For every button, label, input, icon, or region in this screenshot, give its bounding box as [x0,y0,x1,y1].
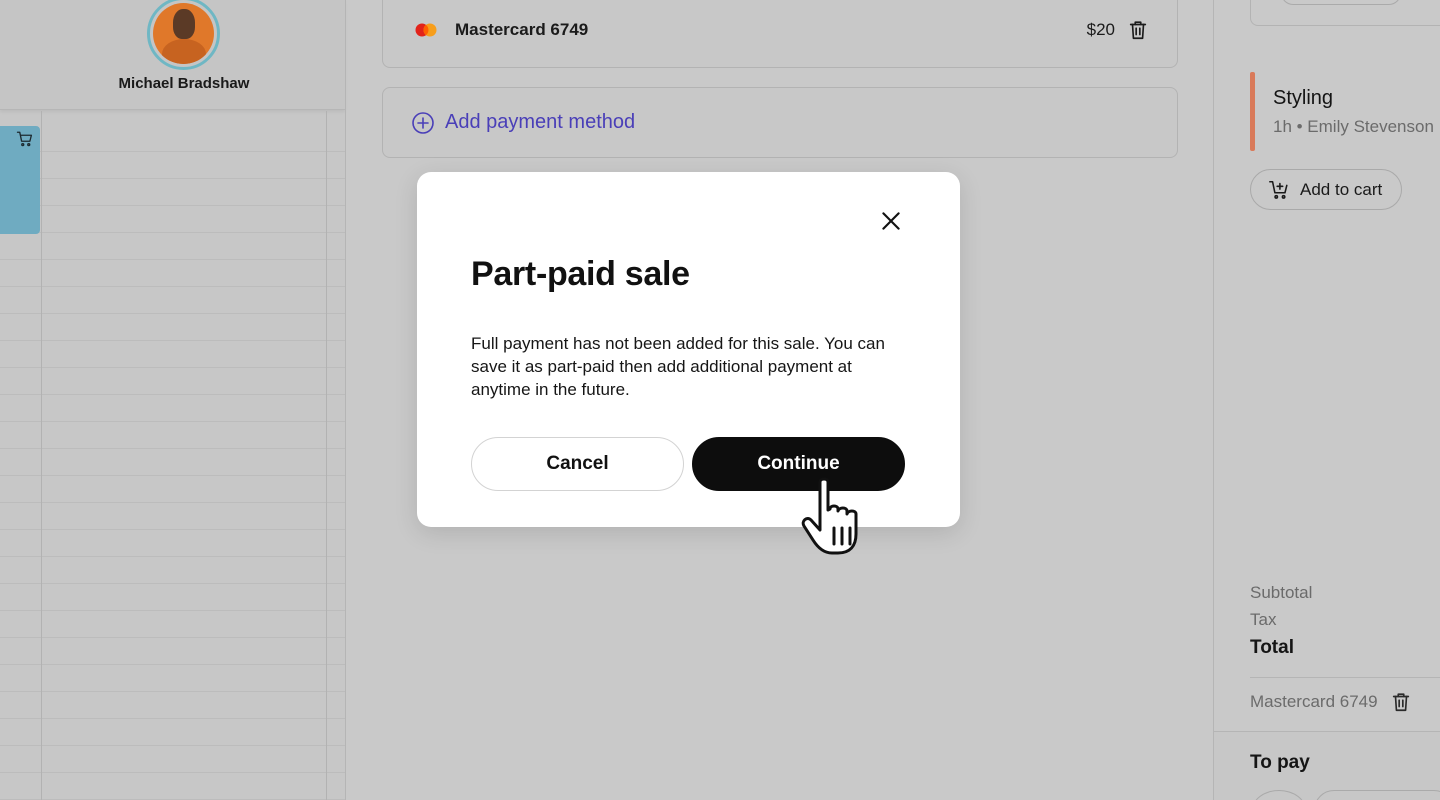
add-payment-method-button[interactable]: Add payment method [382,87,1178,158]
service-color-bar [1250,72,1255,151]
calendar-panel: Michael Bradshaw [0,0,345,800]
staff-name: Michael Bradshaw [118,75,250,92]
grid-divider [41,111,42,800]
continue-button[interactable]: Continue [692,437,905,491]
subtotal-label: Subtotal [1250,583,1313,602]
mastercard-logo [415,23,437,37]
staff-header: Michael Bradshaw [0,0,345,110]
payment-method-label: Mastercard 6749 [455,20,589,39]
calendar-grid[interactable] [0,111,345,800]
avatar[interactable] [147,0,220,70]
checkout-button[interactable] [1314,790,1440,800]
service-name: Styling [1273,87,1334,109]
grid-divider [326,111,327,800]
cart-icon [16,131,33,147]
service-meta: 1h • Emily Stevenson [1273,117,1434,136]
to-pay-label: To pay [1250,752,1310,773]
cart-summary-panel: Styling 1h • Emily Stevenson Add to cart… [1214,0,1440,800]
summary-divider [1250,677,1440,678]
cart-add-icon [1269,180,1288,199]
dialog-body: Full payment has not been added for this… [471,334,885,399]
trash-icon[interactable] [1390,691,1412,713]
payment-amount: $20 [1086,20,1115,39]
tax-label: Tax [1250,610,1277,629]
cancel-button[interactable]: Cancel [471,437,684,491]
summary-card-button[interactable] [1281,0,1401,5]
payment-method-row: Mastercard 6749 $20 [382,0,1178,68]
add-payment-method-label: Add payment method [445,111,636,133]
part-paid-dialog: Part-paid sale Full payment has not been… [417,172,960,527]
summary-payment-label: Mastercard 6749 [1250,692,1378,711]
trash-icon[interactable] [1127,19,1149,41]
total-label: Total [1250,637,1294,658]
close-icon[interactable] [878,208,904,234]
summary-card [1250,0,1440,26]
plus-circle-icon [412,112,434,134]
dialog-title: Part-paid sale [471,255,690,293]
add-to-cart-label: Add to cart [1300,180,1383,199]
add-to-cart-button[interactable]: Add to cart [1250,169,1402,210]
service-item[interactable]: Styling 1h • Emily Stevenson [1250,72,1440,151]
column-divider [345,0,346,800]
